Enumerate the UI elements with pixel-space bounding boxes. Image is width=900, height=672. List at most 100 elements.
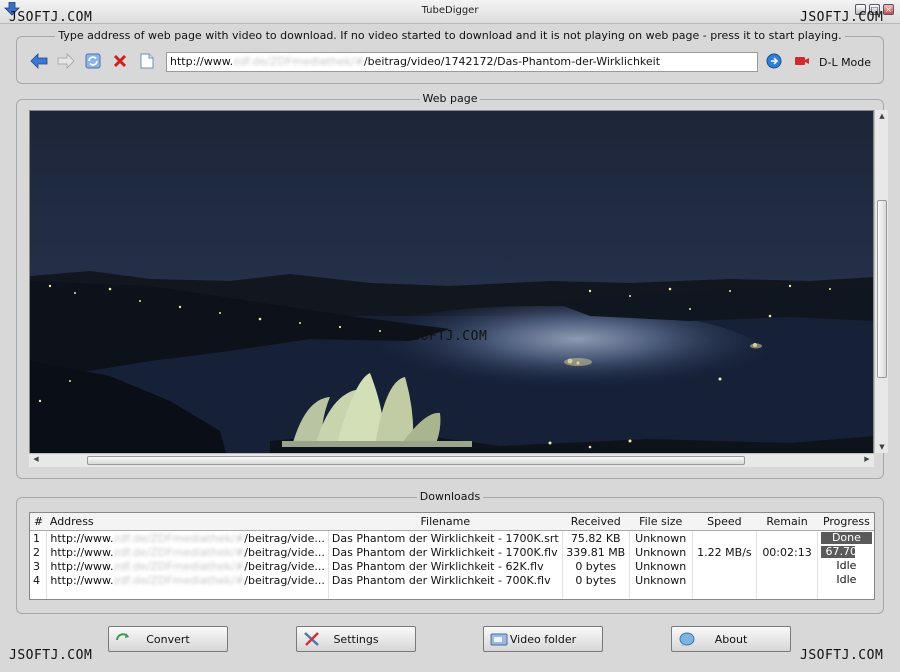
go-icon: [766, 53, 782, 69]
progress-bar: 67.70%: [820, 545, 872, 558]
row-speed: [692, 573, 758, 587]
scroll-up-arrow-icon[interactable]: ▲: [876, 112, 888, 120]
address-suffix: /beitrag/vide...: [244, 559, 325, 573]
row-number: 3: [30, 559, 48, 573]
row-remain: [756, 573, 818, 587]
page-icon: [140, 53, 154, 69]
row-progress: Idle: [817, 559, 874, 573]
row-remain: [756, 530, 818, 545]
video-folder-button[interactable]: Video folder: [483, 626, 603, 652]
row-file-size: Unknown: [629, 545, 693, 559]
progress-bar: Idle: [821, 574, 872, 586]
column-header[interactable]: File size: [629, 513, 693, 531]
row-file-size: Unknown: [629, 573, 693, 587]
row-number: 4: [30, 573, 48, 587]
convert-button[interactable]: Convert: [108, 626, 228, 652]
address-blurred: zdf.de/ZDFmediathek/#: [113, 545, 245, 559]
url-input[interactable]: http://www.zdf.de/ZDFmediathek/#/beitrag…: [166, 52, 758, 72]
column-header[interactable]: Remain: [756, 513, 818, 531]
empty-row: [30, 587, 874, 599]
table-header-row: # Address Filename Received File size Sp…: [30, 513, 874, 531]
row-received: 0 bytes: [562, 559, 630, 573]
convert-label: Convert: [146, 632, 190, 646]
column-header[interactable]: Received: [562, 513, 630, 531]
row-progress: 67.70%: [817, 545, 874, 559]
row-filename: Das Phantom der Wirklichkeit - 62K.flv: [328, 559, 563, 573]
address-prefix: http://www.: [50, 559, 114, 573]
scroll-right-arrow-icon[interactable]: ▶: [861, 455, 873, 463]
window-title: TubeDigger: [421, 5, 479, 16]
record-icon: [795, 57, 809, 65]
row-speed: [692, 559, 758, 573]
row-filename: Das Phantom der Wirklichkeit - 1700K.flv: [328, 545, 563, 559]
scroll-left-arrow-icon[interactable]: ◀: [30, 455, 42, 463]
watermark: JSOFTJ.COM: [9, 10, 93, 25]
dl-mode-label[interactable]: D-L Mode: [819, 56, 871, 69]
refresh-icon: [85, 53, 101, 69]
row-file-size: Unknown: [629, 559, 693, 573]
convert-icon: [116, 633, 129, 641]
horizontal-scroll-thumb[interactable]: [87, 456, 745, 465]
settings-label: Settings: [333, 632, 379, 646]
column-header[interactable]: Filename: [328, 513, 563, 531]
stop-icon: [113, 54, 127, 68]
forward-icon: [57, 53, 75, 69]
row-filename: Das Phantom der Wirklichkeit - 700K.flv: [328, 573, 563, 587]
table-row[interactable]: 4 http://www.zdf.de/ZDFmediathek/#/beitra…: [30, 573, 874, 587]
row-progress: Idle: [817, 573, 874, 587]
watermark: JSOFTJ.COM: [800, 648, 884, 663]
address-blurred: zdf.de/ZDFmediathek/#: [113, 573, 245, 587]
address-blurred: zdf.de/ZDFmediathek/#: [113, 559, 245, 573]
close-button[interactable]: ×: [883, 4, 894, 15]
row-remain: 00:02:13: [756, 545, 818, 559]
forward-button[interactable]: [56, 51, 76, 71]
about-info-icon: [679, 632, 695, 646]
row-received: 339.81 MB: [562, 545, 630, 559]
webpage-legend: Web page: [17, 92, 883, 105]
address-panel: Type address of web page with video to d…: [16, 29, 884, 84]
watermark: JSOFTJ.COM: [404, 329, 488, 344]
video-frame-image: [30, 111, 873, 466]
vertical-scrollbar[interactable]: ▲ ▼: [874, 110, 888, 453]
downloads-legend: Downloads: [17, 490, 883, 503]
address-blurred: zdf.de/ZDFmediathek/#: [113, 531, 245, 545]
settings-tools-icon: [304, 632, 319, 646]
scroll-down-arrow-icon[interactable]: ▼: [876, 443, 888, 451]
go-button[interactable]: [764, 51, 784, 71]
column-header[interactable]: Address: [46, 513, 329, 531]
back-icon: [30, 53, 48, 69]
table-row[interactable]: 3 http://www.zdf.de/ZDFmediathek/#/beitra…: [30, 559, 874, 573]
progress-bar: Idle: [821, 560, 872, 572]
address-instructions: Type address of web page with video to d…: [17, 29, 883, 42]
settings-button[interactable]: Settings: [296, 626, 416, 652]
table-row[interactable]: 2 http://www.zdf.de/ZDFmediathek/#/beitra…: [30, 545, 874, 559]
back-button[interactable]: [29, 51, 49, 71]
table-row[interactable]: 1 http://www.zdf.de/ZDFmediathek/#/beitra…: [30, 530, 874, 545]
web-view[interactable]: [29, 110, 874, 467]
dl-mode-button[interactable]: [792, 51, 812, 71]
downloads-panel: Downloads # Address Filename Received Fi…: [16, 490, 884, 614]
row-address: http://www.zdf.de/ZDFmediathek/#/beitrag…: [46, 530, 329, 545]
row-number: 2: [30, 545, 48, 559]
column-header[interactable]: Speed: [692, 513, 757, 531]
address-prefix: http://www.: [50, 531, 114, 545]
vertical-scroll-thumb[interactable]: [877, 200, 887, 378]
row-progress: Done: [817, 530, 874, 545]
row-received: 0 bytes: [562, 573, 630, 587]
about-button[interactable]: About: [671, 626, 791, 652]
address-prefix: http://www.: [50, 545, 114, 559]
column-header[interactable]: #: [30, 513, 47, 531]
column-header[interactable]: Progress: [817, 513, 874, 531]
row-received: 75.82 KB: [562, 530, 630, 545]
downloads-list[interactable]: # Address Filename Received File size Sp…: [29, 512, 875, 600]
progress-text: Done: [831, 531, 861, 544]
progress-text: 67.70%: [825, 545, 868, 558]
horizontal-scrollbar[interactable]: ◀ ▶: [29, 453, 874, 467]
stop-button[interactable]: [110, 51, 130, 71]
refresh-button[interactable]: [83, 51, 103, 71]
watermark: JSOFTJ.COM: [800, 10, 884, 25]
address-suffix: /beitrag/vide...: [244, 531, 325, 545]
video-folder-icon: [490, 633, 508, 646]
page-button[interactable]: [137, 51, 157, 71]
watermark: JSOFTJ.COM: [9, 648, 93, 663]
